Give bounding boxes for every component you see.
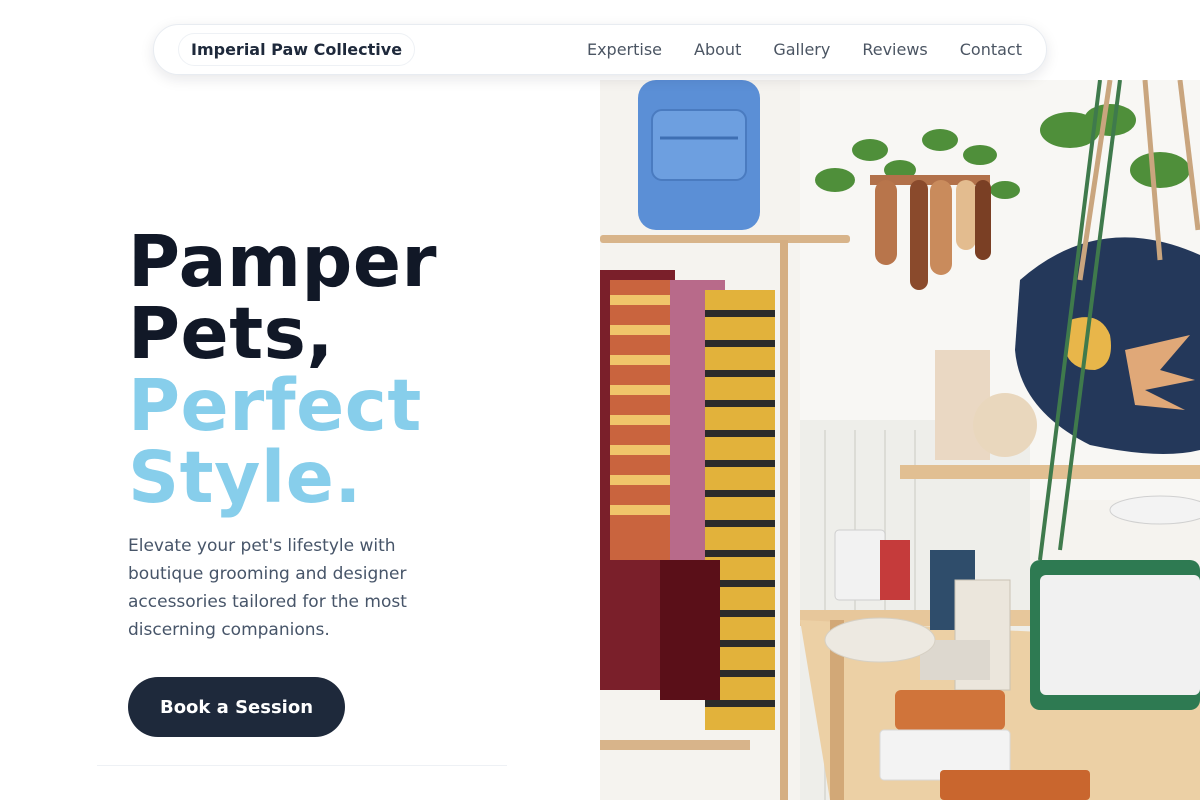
brand-logo[interactable]: Imperial Paw Collective xyxy=(178,33,416,66)
top-navigation: Imperial Paw Collective Expertise About … xyxy=(153,24,1047,75)
nav-link-gallery[interactable]: Gallery xyxy=(773,40,830,59)
hero-subtext: Elevate your pet's lifestyle with boutiq… xyxy=(128,536,407,640)
headline-line-2: Pets, xyxy=(128,292,334,375)
headline-line-4: Style. xyxy=(128,436,362,519)
headline-line-3: Perfect xyxy=(128,364,422,447)
headline-line-1: Pamper xyxy=(128,220,438,303)
nav-link-reviews[interactable]: Reviews xyxy=(862,40,927,59)
nav-links: Expertise About Gallery Reviews Contact xyxy=(587,40,1022,59)
nav-link-about[interactable]: About xyxy=(694,40,741,59)
book-session-button[interactable]: Book a Session xyxy=(128,677,345,737)
landing-page: Imperial Paw Collective Expertise About … xyxy=(0,0,1200,800)
hero-section: Pamper Pets, Perfect Style. Elevate your… xyxy=(128,226,568,737)
nav-link-expertise[interactable]: Expertise xyxy=(587,40,662,59)
nav-link-contact[interactable]: Contact xyxy=(960,40,1022,59)
hero-headline: Pamper Pets, Perfect Style. xyxy=(128,226,568,514)
card-divider xyxy=(97,765,507,767)
boutique-photo xyxy=(600,80,1200,800)
